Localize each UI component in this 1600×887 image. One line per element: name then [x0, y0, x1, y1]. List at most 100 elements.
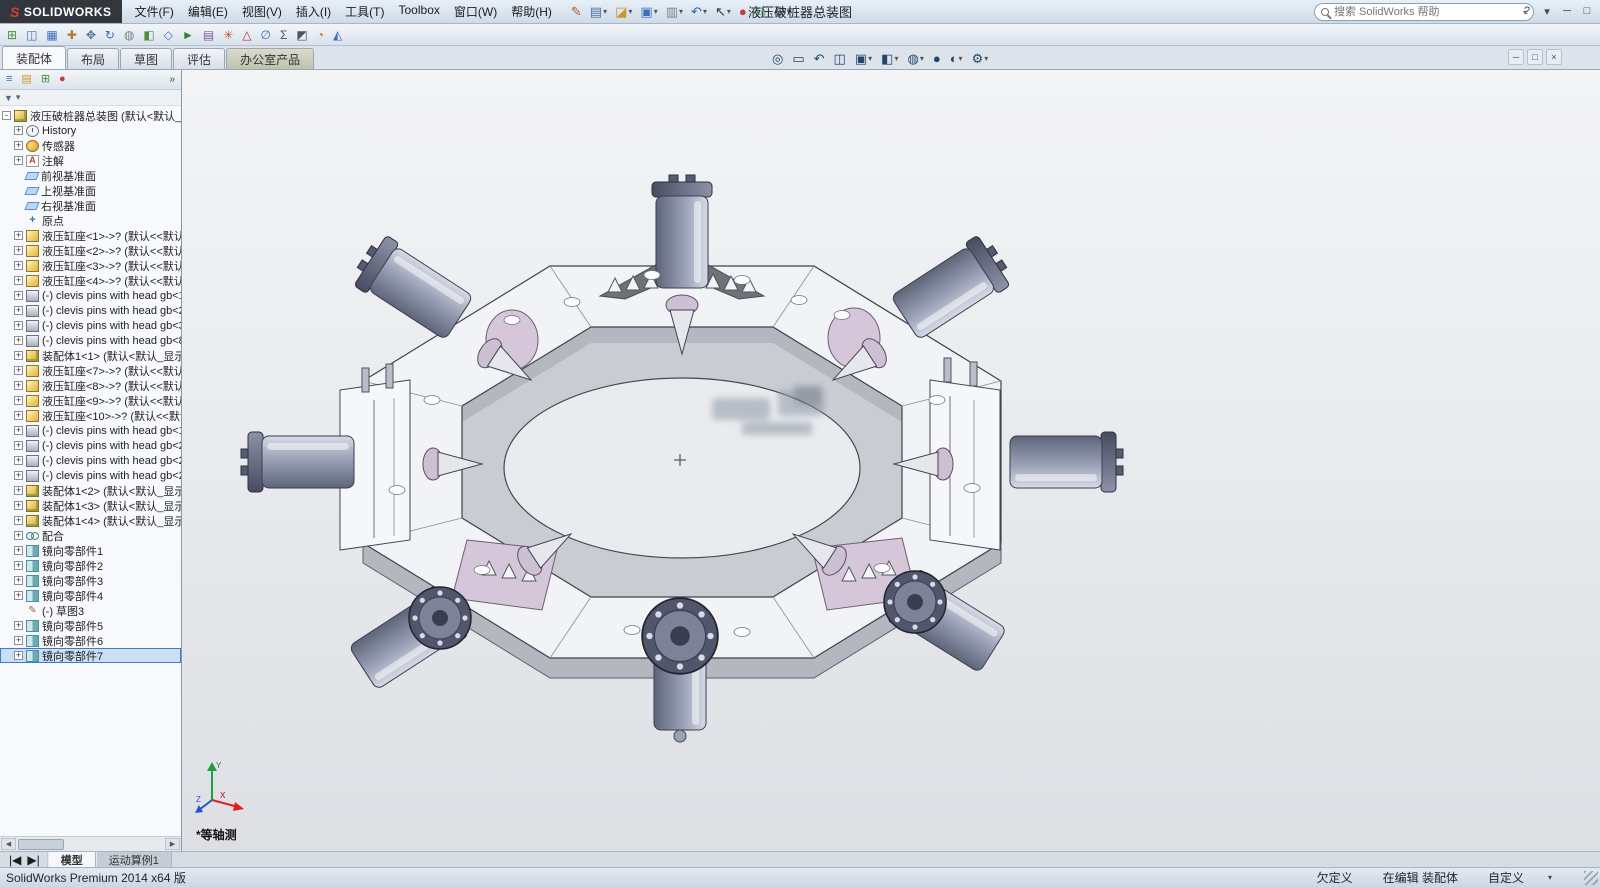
tree-expander[interactable]: + [14, 381, 23, 390]
help-search-box[interactable]: ▾ [1314, 3, 1534, 21]
tree-expander[interactable]: + [14, 651, 23, 660]
minimize-button[interactable]: ─ [1558, 2, 1576, 20]
status-custom-dropdown-icon[interactable]: ▾ [1548, 873, 1552, 882]
tree-expander[interactable]: + [14, 576, 23, 585]
tree-item[interactable]: + (-) clevis pins with head gb<2 [0, 303, 181, 318]
tree-expander[interactable]: + [14, 231, 23, 240]
hide-show-components-icon[interactable]: ◍ ▾ [120, 25, 138, 44]
tree-expander[interactable]: + [14, 366, 23, 375]
tree-item[interactable]: + 传感器 [0, 138, 181, 153]
tree-expander[interactable]: + [14, 261, 23, 270]
exploded-view-icon[interactable]: ✳ ▾ [219, 25, 237, 44]
tree-item[interactable]: + (-) clevis pins with head gb<3 [0, 318, 181, 333]
tree-item[interactable]: + (-) clevis pins with head gb<2 [0, 468, 181, 483]
tree-item[interactable]: 上视基准面 [0, 183, 181, 198]
hide-show-items-icon[interactable]: ◍ ▾ [903, 48, 927, 68]
featuremanager-tree-tab-icon[interactable]: ≡ ▾ [2, 71, 16, 88]
measure-icon[interactable]: ∅ ▾ [257, 25, 275, 44]
new-motion-study-icon[interactable]: ► ▾ [178, 25, 198, 44]
tree-item[interactable]: + 装配体1<2> (默认<默认_显示状 [0, 483, 181, 498]
commandmanager-tab[interactable]: 装配体 [2, 46, 67, 69]
tree-expander[interactable]: + [14, 141, 23, 150]
tree-item[interactable]: + (-) clevis pins with head gb<8 [0, 333, 181, 348]
tree-item[interactable]: + 镜向零部件7 [0, 648, 181, 663]
menubar-item[interactable]: 编辑(E) [181, 0, 235, 23]
tree-item[interactable]: + 液压缸座<9>->? (默认<<默认>_显 [0, 393, 181, 408]
doc-minimize-button[interactable]: ─ [1508, 49, 1524, 65]
tree-item[interactable]: + 镜向零部件4 [0, 588, 181, 603]
displaymanager-tab-icon[interactable]: ● ▾ [55, 71, 70, 88]
interference-detection-icon[interactable]: △ ▾ [238, 25, 255, 44]
tree-item[interactable]: 原点 [0, 213, 181, 228]
graphics-area[interactable]: X Y Z *等轴测 [182, 70, 1600, 851]
tree-item[interactable]: + 注解 [0, 153, 181, 168]
section-properties-icon[interactable]: ◩ ▾ [292, 25, 311, 44]
panel-horizontal-scrollbar[interactable]: ◀ ▶ [0, 836, 181, 851]
search-input[interactable] [1334, 6, 1518, 18]
resize-grip[interactable] [1584, 871, 1598, 885]
rotate-component-icon[interactable]: ↻ ▾ [101, 25, 119, 44]
mass-properties-icon[interactable]: Σ ▾ [276, 25, 291, 44]
menubar-item[interactable]: 插入(I) [289, 0, 338, 23]
tree-expander[interactable]: + [14, 471, 23, 480]
tree-item[interactable]: + 液压缸座<1>->? (默认<<默认>_显 [0, 228, 181, 243]
tree-expander[interactable]: + [14, 501, 23, 510]
tree-expander[interactable]: + [14, 636, 23, 645]
previous-view-icon[interactable]: ↶ ▾ [810, 48, 829, 68]
mate-icon[interactable]: ◫ ▾ [22, 25, 41, 44]
tree-item[interactable]: + 液压缸座<3>->? (默认<<默认>_显 [0, 258, 181, 273]
menubar-item[interactable]: 视图(V) [235, 0, 289, 23]
tree-item[interactable]: + History [0, 123, 181, 138]
instant3d-icon[interactable]: ◭ ▾ [329, 25, 346, 44]
tree-expander[interactable]: + [14, 351, 23, 360]
filter-funnel-icon[interactable]: ▼ [4, 93, 13, 103]
tree-expander[interactable]: + [14, 441, 23, 450]
zoom-to-fit-icon[interactable]: ◎ ▾ [768, 48, 787, 68]
tree-item[interactable]: + (-) clevis pins with head gb<1 [0, 423, 181, 438]
menubar-item[interactable]: 工具(T) [338, 0, 391, 23]
tree-item[interactable]: + 配合 [0, 528, 181, 543]
tree-expander[interactable]: + [14, 396, 23, 405]
zoom-to-area-icon[interactable]: ▭ ▾ [788, 48, 808, 68]
doc-close-button[interactable]: × [1546, 49, 1562, 65]
move-component-icon[interactable]: ✥ ▾ [82, 25, 100, 44]
commandmanager-tab[interactable]: 评估 [173, 48, 226, 69]
titlebar-expand-button[interactable]: ▾ [1538, 2, 1556, 20]
tree-expander[interactable]: + [14, 486, 23, 495]
tree-item[interactable]: + 液压缸座<8>->? (默认<<默认>_显 [0, 378, 181, 393]
edit-appearance-icon[interactable]: ● ▾ [929, 48, 945, 68]
tree-expander[interactable]: + [14, 591, 23, 600]
sensor-icon[interactable]: ◔ ▾ [313, 25, 328, 44]
tree-expander[interactable]: + [14, 531, 23, 540]
model-tabs-scroll-end-button[interactable]: ▶| [24, 853, 42, 867]
tree-expander[interactable]: + [14, 516, 23, 525]
tree-item[interactable]: + (-) clevis pins with head gb<2 [0, 438, 181, 453]
assembly-features-icon[interactable]: ◧ ▾ [139, 25, 158, 44]
tree-item[interactable]: + 液压缸座<4>->? (默认<<默认>_显 [0, 273, 181, 288]
commandmanager-tab[interactable]: 办公室产品 [226, 48, 315, 69]
model-tab[interactable]: 运动算例1 [95, 852, 172, 867]
tree-expander[interactable]: - [2, 111, 11, 120]
save-icon[interactable]: ▣ ▾ [636, 2, 661, 22]
panel-collapse-chevron[interactable]: » [165, 74, 179, 85]
tree-item[interactable]: + 镜向零部件6 [0, 633, 181, 648]
insert-component-icon[interactable]: ⊞ ▾ [3, 25, 21, 44]
smart-fasteners-icon[interactable]: ✚ ▾ [63, 25, 81, 44]
tree-item[interactable]: + 装配体1<4> (默认<默认_显示状 [0, 513, 181, 528]
scrollbar-thumb[interactable] [18, 838, 64, 850]
tree-item[interactable]: - 液压破桩器总装图 (默认<默认_显示 [0, 108, 181, 123]
tree-expander[interactable]: + [14, 546, 23, 555]
tree-item[interactable]: + 镜向零部件5 [0, 618, 181, 633]
reference-geometry-icon[interactable]: ◇ ▾ [160, 25, 177, 44]
configurationmanager-tab-icon[interactable]: ⊞ ▾ [37, 71, 54, 88]
tree-expander[interactable]: + [14, 126, 23, 135]
undo-icon[interactable]: ↶ ▾ [687, 2, 711, 22]
help-button[interactable]: ? [1518, 2, 1536, 20]
tree-item[interactable]: + 装配体1<3> (默认<默认_显示状 [0, 498, 181, 513]
tree-expander[interactable]: + [14, 456, 23, 465]
menubar-item[interactable]: 窗口(W) [447, 0, 504, 23]
bill-of-materials-icon[interactable]: ▤ ▾ [199, 25, 218, 44]
menubar-item[interactable]: 文件(F) [128, 0, 181, 23]
apply-scene-icon[interactable]: ◐ ▾ [946, 48, 967, 68]
menubar-item[interactable]: Toolbox [392, 0, 447, 23]
